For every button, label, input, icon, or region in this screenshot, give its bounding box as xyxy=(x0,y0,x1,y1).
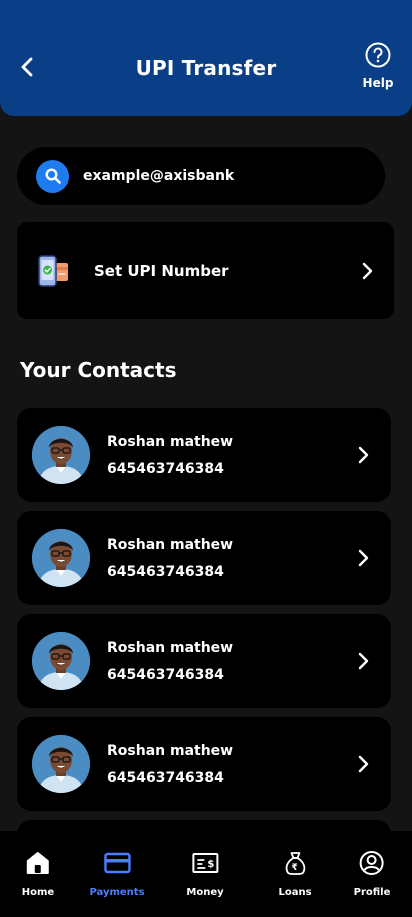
svg-text:$: $ xyxy=(207,859,214,870)
svg-text:₹: ₹ xyxy=(291,863,297,873)
contacts-section-title: Your Contacts xyxy=(20,358,177,382)
contact-name: Roshan mathew xyxy=(107,639,234,656)
search-icon xyxy=(44,168,61,184)
contact-number: 645463746384 xyxy=(107,666,224,683)
nav-profile[interactable]: Profile xyxy=(353,849,391,898)
person-avatar-icon xyxy=(32,426,90,484)
avatar xyxy=(32,735,90,793)
contact-number: 645463746384 xyxy=(107,769,224,786)
bottom-navigation: Home Payments $ Money ₹ Loans Profile xyxy=(0,831,412,917)
app-header: UPI Transfer Help xyxy=(0,0,412,116)
nav-label-home: Home xyxy=(21,887,55,898)
nav-label-loans: Loans xyxy=(278,887,312,898)
search-input[interactable]: example@axisbank xyxy=(83,168,234,184)
nav-money[interactable]: $ Money xyxy=(186,849,224,898)
search-button[interactable] xyxy=(36,159,69,193)
nav-label-money: Money xyxy=(186,887,224,898)
money-bag-icon: ₹ xyxy=(281,849,309,877)
contact-name: Roshan mathew xyxy=(107,742,234,759)
avatar xyxy=(32,632,90,690)
contact-name: Roshan mathew xyxy=(107,433,234,450)
nav-label-payments: Payments xyxy=(89,887,145,898)
nav-home[interactable]: Home xyxy=(22,849,54,898)
nav-loans[interactable]: ₹ Loans xyxy=(278,849,312,898)
help-label: Help xyxy=(362,76,394,90)
contact-number: 645463746384 xyxy=(107,460,224,477)
chevron-right-icon xyxy=(358,652,369,670)
nav-payments[interactable]: Payments xyxy=(89,849,145,898)
chevron-right-icon xyxy=(358,755,369,773)
avatar xyxy=(32,529,90,587)
cheque-icon: $ xyxy=(191,849,219,877)
phone-payment-icon xyxy=(38,254,68,287)
chevron-right-icon xyxy=(358,446,369,464)
card-icon xyxy=(103,849,131,877)
avatar xyxy=(32,426,90,484)
contact-item[interactable]: Roshan mathew 645463746384 xyxy=(17,408,391,502)
contact-name: Roshan mathew xyxy=(107,536,234,553)
set-upi-number-label: Set UPI Number xyxy=(94,261,229,280)
contact-item[interactable]: Roshan mathew 645463746384 xyxy=(17,511,391,605)
chevron-right-icon xyxy=(362,262,373,279)
page-title: UPI Transfer xyxy=(135,56,277,80)
contact-item[interactable]: Roshan mathew 645463746384 xyxy=(17,614,391,708)
help-button[interactable]: Help xyxy=(362,42,394,90)
chevron-right-icon xyxy=(358,549,369,567)
user-circle-icon xyxy=(358,849,386,877)
help-icon xyxy=(365,42,391,68)
person-avatar-icon xyxy=(32,632,90,690)
contact-number: 645463746384 xyxy=(107,563,224,580)
person-avatar-icon xyxy=(32,735,90,793)
set-upi-number-button[interactable]: Set UPI Number xyxy=(17,222,394,319)
upi-search-field[interactable]: example@axisbank xyxy=(17,147,385,205)
nav-label-profile: Profile xyxy=(353,887,391,898)
contact-item[interactable]: Roshan mathew 645463746384 xyxy=(17,717,391,811)
person-avatar-icon xyxy=(32,529,90,587)
home-icon xyxy=(24,849,52,877)
